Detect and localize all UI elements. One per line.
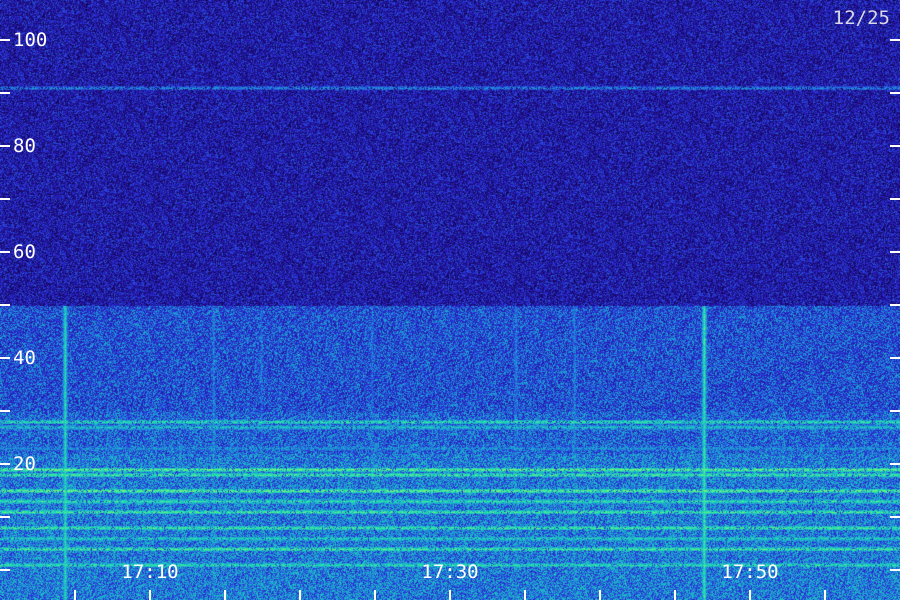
date-label: 12/25 <box>833 7 890 29</box>
y-tick-label: 40 <box>13 347 36 369</box>
y-axis-labels: 20 40 60 80 100 <box>13 29 47 475</box>
x-tick-label: 17:50 <box>721 561 778 583</box>
y-tick-label: 100 <box>13 29 47 51</box>
spectrogram-window: 20 40 60 80 100 17:10 17:30 17:50 12/25 <box>0 0 900 600</box>
x-tick-label: 17:30 <box>421 561 478 583</box>
x-axis-labels: 17:10 17:30 17:50 <box>121 561 778 583</box>
x-axis-ticks <box>74 590 826 600</box>
y-tick-label: 20 <box>13 453 36 475</box>
axis-overlay: 20 40 60 80 100 17:10 17:30 17:50 12/25 <box>0 7 900 600</box>
x-tick-label: 17:10 <box>121 561 178 583</box>
y-axis-ticks <box>0 39 900 571</box>
y-tick-label: 80 <box>13 135 36 157</box>
y-tick-label: 60 <box>13 241 36 263</box>
